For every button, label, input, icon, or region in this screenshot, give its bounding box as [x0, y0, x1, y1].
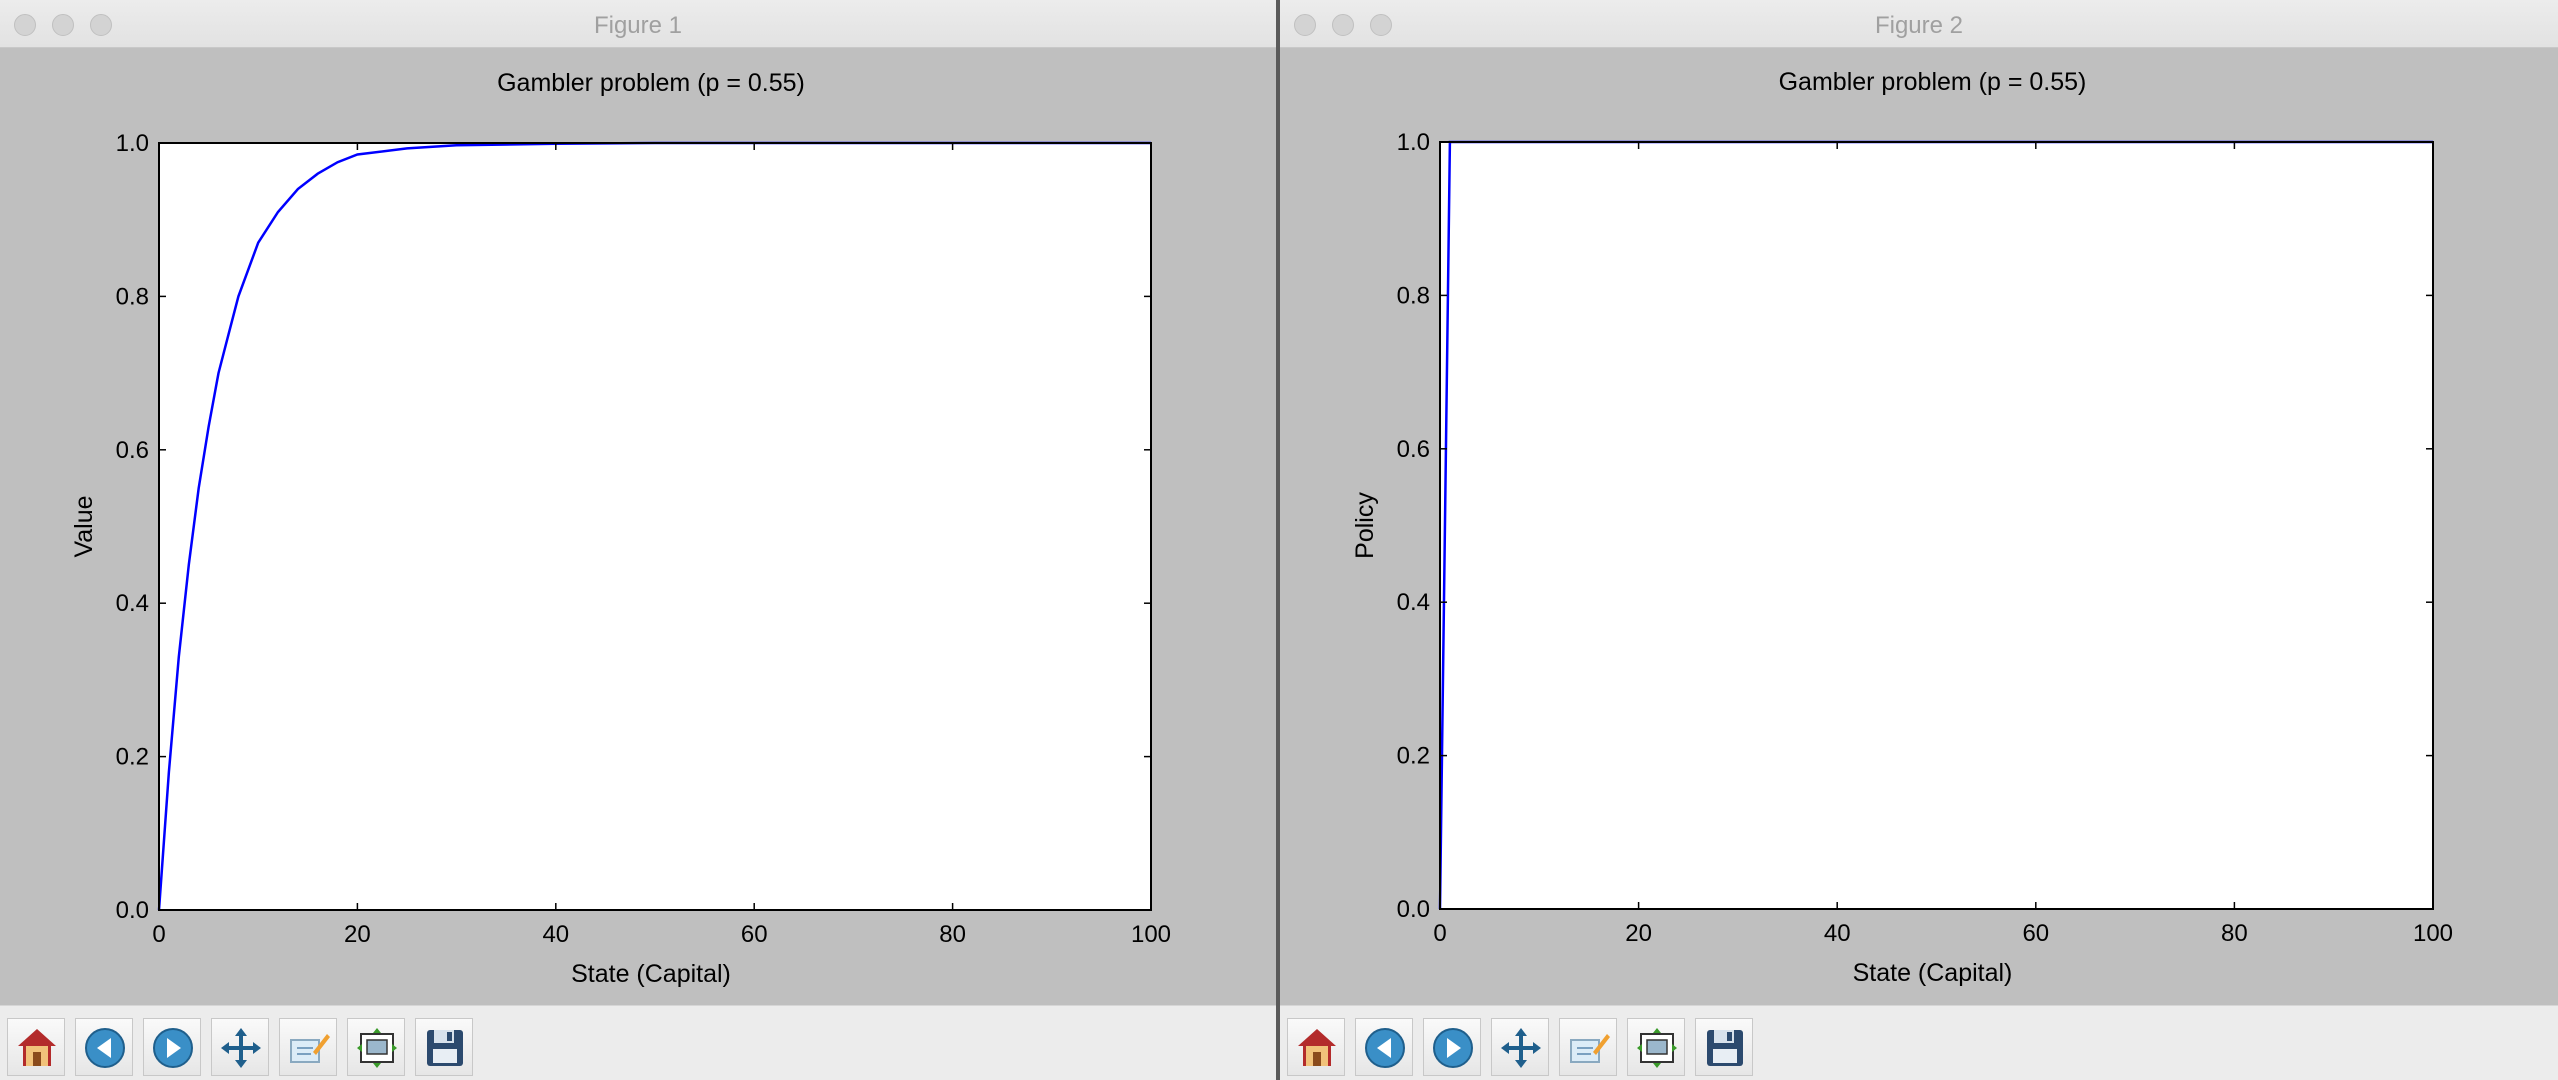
zoom-rect-icon	[290, 1034, 330, 1063]
x-tick-label: 100	[1131, 921, 1171, 948]
forward-arrow-icon	[153, 1028, 193, 1068]
save-button[interactable]	[415, 1018, 473, 1076]
forward-button[interactable]	[1423, 1018, 1481, 1076]
chart-title: Gambler problem (p = 0.55)	[1779, 68, 2087, 96]
title-bar: Figure 2	[1280, 0, 2558, 48]
save-button[interactable]	[1695, 1018, 1753, 1076]
back-arrow-icon	[1365, 1028, 1405, 1068]
home-icon	[1298, 1029, 1336, 1066]
y-tick-label: 1.0	[116, 130, 149, 157]
navigation-toolbar	[1280, 1005, 2558, 1080]
y-tick-label: 0.0	[1397, 896, 1430, 923]
forward-arrow-icon	[1433, 1028, 1473, 1068]
subplots-icon	[357, 1028, 397, 1068]
figure-2-window: Figure 2 0 20 40 60 80 100 0.0 0.2 0.4 0.6 0.8 1.0 G…	[1280, 0, 2558, 1080]
pan-button[interactable]	[1491, 1018, 1549, 1076]
zoom-rect-icon	[1570, 1034, 1610, 1063]
x-tick-label: 100	[2413, 920, 2453, 947]
y-axis-label: Policy	[1351, 492, 1379, 559]
zoom-button[interactable]	[279, 1018, 337, 1076]
configure-subplots-button[interactable]	[1627, 1018, 1685, 1076]
back-button[interactable]	[1355, 1018, 1413, 1076]
title-bar: Figure 1	[0, 0, 1276, 48]
floppy-disk-icon	[427, 1030, 463, 1066]
x-tick-label: 60	[741, 921, 768, 948]
y-axis-label: Value	[70, 495, 98, 557]
y-tick-label: 0.4	[1397, 589, 1430, 616]
chart-title: Gambler problem (p = 0.55)	[497, 69, 805, 97]
x-axis-label: State (Capital)	[1853, 959, 2013, 987]
x-tick-label: 0	[152, 921, 165, 948]
window-title: Figure 2	[1874, 12, 1964, 39]
configure-subplots-button[interactable]	[347, 1018, 405, 1076]
window-title: Figure 1	[593, 12, 683, 39]
back-button[interactable]	[75, 1018, 133, 1076]
figure-canvas[interactable]: 0 20 40 60 80 100 0.0 0.2 0.4 0.6 0.8 1.0 Gambler pr…	[1280, 48, 2558, 1005]
figure-1-window: Figure 1 0 20 40 60 80 100 0.0 0.2 0.4 0.6 0.8 1.0 G…	[0, 0, 1276, 1080]
home-icon	[18, 1029, 56, 1066]
y-tick-label: 1.0	[1397, 129, 1430, 156]
x-tick-label: 20	[1625, 920, 1652, 947]
pan-button[interactable]	[211, 1018, 269, 1076]
x-axis-label: State (Capital)	[571, 960, 731, 988]
x-tick-label: 80	[939, 921, 966, 948]
home-button[interactable]	[7, 1018, 65, 1076]
x-tick-label: 20	[344, 921, 371, 948]
x-tick-label: 40	[1824, 920, 1851, 947]
y-tick-label: 0.8	[116, 283, 149, 310]
y-tick-label: 0.2	[116, 744, 149, 771]
x-tick-label: 40	[542, 921, 569, 948]
value-chart: 0 20 40 60 80 100 0.0 0.2 0.4 0.6 0.8 1.0 Gambler pr…	[70, 69, 1171, 988]
y-tick-label: 0.0	[116, 897, 149, 924]
policy-chart: 0 20 40 60 80 100 0.0 0.2 0.4 0.6 0.8 1.0 Gambler pr…	[1351, 68, 2453, 987]
y-tick-label: 0.4	[116, 590, 149, 617]
zoom-button[interactable]	[1559, 1018, 1617, 1076]
move-icon	[221, 1028, 261, 1068]
x-tick-label: 0	[1433, 920, 1446, 947]
figure-canvas[interactable]: 0 20 40 60 80 100 0.0 0.2 0.4 0.6 0.8 1.0 Gambler pr…	[0, 48, 1276, 1005]
plot-area	[1440, 142, 2433, 909]
plot-area	[159, 143, 1151, 910]
y-tick-label: 0.2	[1397, 743, 1430, 770]
move-icon	[1501, 1028, 1541, 1068]
y-tick-label: 0.6	[1397, 436, 1430, 463]
y-tick-label: 0.6	[116, 437, 149, 464]
home-button[interactable]	[1287, 1018, 1345, 1076]
x-tick-label: 60	[2022, 920, 2049, 947]
subplots-icon	[1637, 1028, 1677, 1068]
floppy-disk-icon	[1707, 1030, 1743, 1066]
forward-button[interactable]	[143, 1018, 201, 1076]
back-arrow-icon	[85, 1028, 125, 1068]
x-tick-label: 80	[2221, 920, 2248, 947]
navigation-toolbar	[0, 1005, 1276, 1080]
y-tick-label: 0.8	[1397, 282, 1430, 309]
